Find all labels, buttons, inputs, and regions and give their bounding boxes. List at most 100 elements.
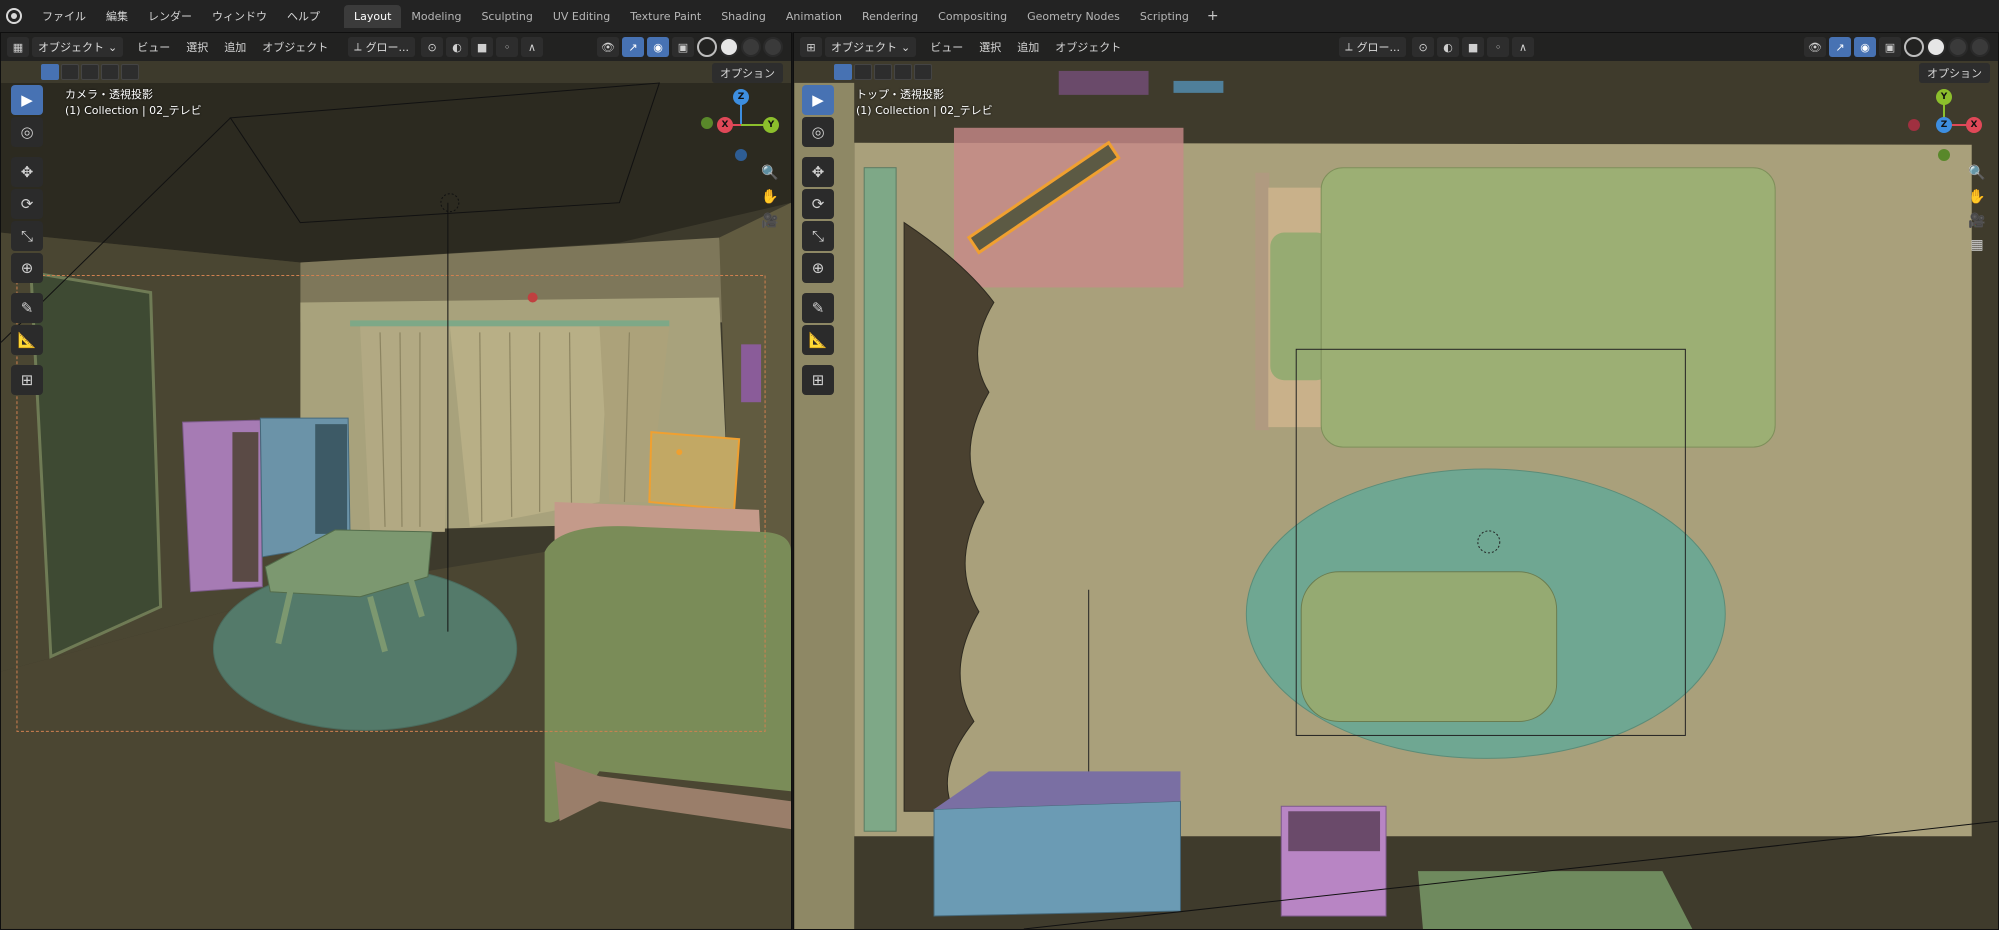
tab-sculpting[interactable]: Sculpting bbox=[471, 5, 542, 28]
menu-select[interactable]: 選択 bbox=[178, 39, 216, 55]
pivot-icon[interactable]: ⊙ bbox=[1412, 37, 1435, 57]
snap-icon[interactable]: ◐ bbox=[446, 37, 469, 57]
rendered-shading-icon[interactable] bbox=[763, 37, 783, 57]
gizmo-neg-y-icon[interactable] bbox=[701, 117, 713, 129]
gizmo-toggle-icon[interactable]: ↗ bbox=[1829, 37, 1851, 57]
scale-tool-icon[interactable]: ⤡ bbox=[11, 221, 43, 251]
solid-shading-icon[interactable] bbox=[719, 37, 739, 57]
zoom-icon[interactable]: 🔍 bbox=[761, 165, 778, 181]
transform-orientation-dropdown[interactable]: ⟂ グロー... bbox=[348, 37, 416, 57]
right-3d-viewport[interactable]: ⊞ オブジェクト ⌄ ビュー 選択 追加 オブジェクト ⟂ グロー... ⊙ ◐ ■… bbox=[793, 32, 1999, 930]
tab-texture-paint[interactable]: Texture Paint bbox=[620, 5, 711, 28]
select-subtract-icon[interactable] bbox=[81, 64, 99, 80]
transform-tool-icon[interactable]: ⊕ bbox=[11, 253, 43, 283]
overlay-toggle-icon[interactable]: ◉ bbox=[1854, 37, 1876, 57]
falloff-icon[interactable]: ∧ bbox=[521, 37, 544, 57]
measure-tool-icon[interactable]: 📐 bbox=[802, 325, 834, 355]
xray-icon[interactable]: ▣ bbox=[1879, 37, 1901, 57]
editor-type-icon[interactable]: ⊞ bbox=[800, 37, 822, 57]
add-cube-tool-icon[interactable]: ⊞ bbox=[11, 365, 43, 395]
tab-uv-editing[interactable]: UV Editing bbox=[543, 5, 620, 28]
camera-view-icon[interactable]: 🎥 bbox=[1968, 213, 1985, 229]
menu-file[interactable]: ファイル bbox=[32, 8, 96, 24]
transform-tool-icon[interactable]: ⊕ bbox=[802, 253, 834, 283]
hand-pan-icon[interactable]: ✋ bbox=[761, 189, 778, 205]
add-workspace-button[interactable]: + bbox=[1199, 8, 1227, 24]
menu-edit[interactable]: 編集 bbox=[96, 8, 138, 24]
wireframe-shading-icon[interactable] bbox=[1904, 37, 1924, 57]
xray-icon[interactable]: ▣ bbox=[672, 37, 694, 57]
gizmo-x-icon[interactable]: X bbox=[1966, 117, 1982, 133]
move-tool-icon[interactable]: ✥ bbox=[11, 157, 43, 187]
select-invert-icon[interactable] bbox=[894, 64, 912, 80]
tab-scripting[interactable]: Scripting bbox=[1130, 5, 1199, 28]
cursor-tool-icon[interactable]: ◎ bbox=[802, 117, 834, 147]
snap-target-icon[interactable]: ■ bbox=[471, 37, 494, 57]
gizmo-y-icon[interactable]: Y bbox=[763, 117, 779, 133]
select-box-tool-icon[interactable]: ▶ bbox=[11, 85, 43, 115]
options-dropdown[interactable]: オプション bbox=[712, 63, 783, 83]
select-box-tool-icon[interactable]: ▶ bbox=[802, 85, 834, 115]
gizmo-neg-x-icon[interactable] bbox=[1908, 119, 1920, 131]
menu-add[interactable]: 追加 bbox=[1009, 39, 1047, 55]
gizmo-x-icon[interactable]: X bbox=[717, 117, 733, 133]
visibility-icon[interactable]: 👁 bbox=[597, 37, 619, 57]
proportional-edit-icon[interactable]: ◦ bbox=[1487, 37, 1510, 57]
mode-dropdown[interactable]: オブジェクト ⌄ bbox=[825, 37, 917, 57]
camera-view-icon[interactable]: 🎥 bbox=[761, 213, 778, 229]
tab-compositing[interactable]: Compositing bbox=[928, 5, 1017, 28]
material-shading-icon[interactable] bbox=[741, 37, 761, 57]
cursor-tool-icon[interactable]: ◎ bbox=[11, 117, 43, 147]
grid-view-icon[interactable]: ▦ bbox=[1970, 237, 1983, 253]
gizmo-z-icon[interactable]: Z bbox=[733, 89, 749, 105]
hand-pan-icon[interactable]: ✋ bbox=[1968, 189, 1985, 205]
select-new-icon[interactable] bbox=[834, 64, 852, 80]
rotate-tool-icon[interactable]: ⟳ bbox=[802, 189, 834, 219]
menu-view[interactable]: ビュー bbox=[129, 39, 178, 55]
menu-window[interactable]: ウィンドウ bbox=[202, 8, 277, 24]
navigation-gizmo[interactable]: Z Y X bbox=[701, 85, 781, 175]
move-tool-icon[interactable]: ✥ bbox=[802, 157, 834, 187]
menu-view[interactable]: ビュー bbox=[922, 39, 971, 55]
blender-logo-icon[interactable] bbox=[6, 8, 22, 24]
wireframe-shading-icon[interactable] bbox=[697, 37, 717, 57]
rotate-tool-icon[interactable]: ⟳ bbox=[11, 189, 43, 219]
select-intersect-icon[interactable] bbox=[914, 64, 932, 80]
editor-type-icon[interactable]: ▦ bbox=[7, 37, 29, 57]
tab-modeling[interactable]: Modeling bbox=[401, 5, 471, 28]
select-extend-icon[interactable] bbox=[61, 64, 79, 80]
annotate-tool-icon[interactable]: ✎ bbox=[11, 293, 43, 323]
zoom-icon[interactable]: 🔍 bbox=[1968, 165, 1985, 181]
tab-geometry-nodes[interactable]: Geometry Nodes bbox=[1017, 5, 1130, 28]
measure-tool-icon[interactable]: 📐 bbox=[11, 325, 43, 355]
gizmo-neg-z-icon[interactable] bbox=[735, 149, 747, 161]
select-extend-icon[interactable] bbox=[854, 64, 872, 80]
navigation-gizmo[interactable]: Y Z X bbox=[1904, 85, 1984, 175]
snap-target-icon[interactable]: ■ bbox=[1462, 37, 1485, 57]
proportional-edit-icon[interactable]: ◦ bbox=[496, 37, 519, 57]
falloff-icon[interactable]: ∧ bbox=[1512, 37, 1535, 57]
scale-tool-icon[interactable]: ⤡ bbox=[802, 221, 834, 251]
select-intersect-icon[interactable] bbox=[121, 64, 139, 80]
left-3d-viewport[interactable]: ▦ オブジェクト ⌄ ビュー 選択 追加 オブジェクト ⟂ グロー... ⊙ ◐ ■… bbox=[0, 32, 792, 930]
menu-object[interactable]: オブジェクト bbox=[254, 39, 336, 55]
select-subtract-icon[interactable] bbox=[874, 64, 892, 80]
menu-add[interactable]: 追加 bbox=[216, 39, 254, 55]
gizmo-neg-y-icon[interactable] bbox=[1938, 149, 1950, 161]
mode-dropdown[interactable]: オブジェクト ⌄ bbox=[32, 37, 124, 57]
select-new-icon[interactable] bbox=[41, 64, 59, 80]
rendered-shading-icon[interactable] bbox=[1970, 37, 1990, 57]
add-cube-tool-icon[interactable]: ⊞ bbox=[802, 365, 834, 395]
gizmo-toggle-icon[interactable]: ↗ bbox=[622, 37, 644, 57]
transform-orientation-dropdown[interactable]: ⟂ グロー... bbox=[1339, 37, 1407, 57]
menu-select[interactable]: 選択 bbox=[971, 39, 1009, 55]
annotate-tool-icon[interactable]: ✎ bbox=[802, 293, 834, 323]
tab-shading[interactable]: Shading bbox=[711, 5, 776, 28]
pivot-icon[interactable]: ⊙ bbox=[421, 37, 444, 57]
gizmo-y-icon[interactable]: Y bbox=[1936, 89, 1952, 105]
material-shading-icon[interactable] bbox=[1948, 37, 1968, 57]
tab-animation[interactable]: Animation bbox=[776, 5, 852, 28]
solid-shading-icon[interactable] bbox=[1926, 37, 1946, 57]
snap-icon[interactable]: ◐ bbox=[1437, 37, 1460, 57]
gizmo-z-icon[interactable]: Z bbox=[1936, 117, 1952, 133]
